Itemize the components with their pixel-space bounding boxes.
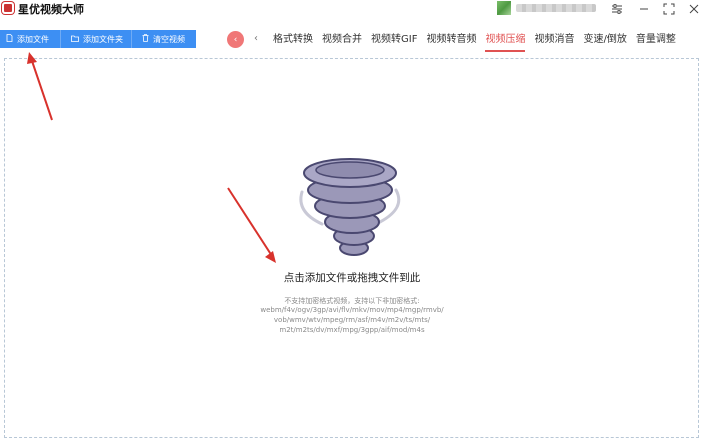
tab-format-convert[interactable]: 格式转换 xyxy=(273,30,313,50)
folder-icon xyxy=(71,35,79,44)
add-file-label: 添加文件 xyxy=(17,34,49,44)
close-icon[interactable] xyxy=(683,0,704,18)
collapse-chevron-left-icon[interactable]: ‹ xyxy=(227,31,244,48)
user-avatar[interactable] xyxy=(497,1,511,15)
title-bar: 星优视频大师 xyxy=(0,0,704,20)
tabs-prev-chevron-icon[interactable]: ‹ xyxy=(254,33,258,44)
tab-video-merge[interactable]: 视频合并 xyxy=(322,30,362,50)
format-note-line: vob/wmv/wtv/mpeg/rm/asf/m4v/m2v/ts/mts/ xyxy=(273,316,431,324)
drop-zone-title: 点击添加文件或拖拽文件到此 xyxy=(283,272,421,284)
minimize-icon[interactable] xyxy=(633,0,655,18)
tab-volume-adjust[interactable]: 音量调整 xyxy=(636,30,676,50)
maximize-icon[interactable] xyxy=(658,0,680,18)
format-note-line: m2t/m2ts/dv/mxf/mpg/3gpp/aif/mod/m4s xyxy=(279,326,425,334)
clear-videos-button[interactable]: 清空视频 xyxy=(132,30,196,48)
format-note-line: webm/f4v/ogv/3gp/avi/flv/mkv/mov/mp4/mgp… xyxy=(260,306,444,314)
sliders-icon[interactable] xyxy=(606,0,628,18)
tab-video-to-audio[interactable]: 视频转音频 xyxy=(426,30,476,50)
user-name-blurred[interactable] xyxy=(516,4,596,12)
tab-video-compress[interactable]: 视频压缩 xyxy=(485,30,526,52)
add-folder-label: 添加文件夹 xyxy=(83,34,123,44)
trash-icon xyxy=(142,34,149,44)
add-file-button[interactable]: 添加文件 xyxy=(0,30,61,48)
clear-videos-label: 清空视频 xyxy=(153,34,185,44)
toolbar: 添加文件 添加文件夹 清空视频 xyxy=(0,30,196,48)
tab-video-mute[interactable]: 视频消音 xyxy=(534,30,574,50)
file-icon xyxy=(6,34,13,44)
tab-speed-reverse[interactable]: 变速/倒放 xyxy=(583,30,626,50)
add-folder-button[interactable]: 添加文件夹 xyxy=(61,30,132,48)
function-tabs: 格式转换 视频合并 视频转GIF 视频转音频 视频压缩 视频消音 变速/倒放 音… xyxy=(273,30,685,54)
tab-video-to-gif[interactable]: 视频转GIF xyxy=(371,30,417,50)
app-title: 星优视频大师 xyxy=(18,3,84,16)
tornado-icon xyxy=(299,158,401,256)
format-note-line: 不支持加密格式视频，支持以下非加密格式: xyxy=(284,297,420,305)
app-logo-icon xyxy=(2,2,14,14)
